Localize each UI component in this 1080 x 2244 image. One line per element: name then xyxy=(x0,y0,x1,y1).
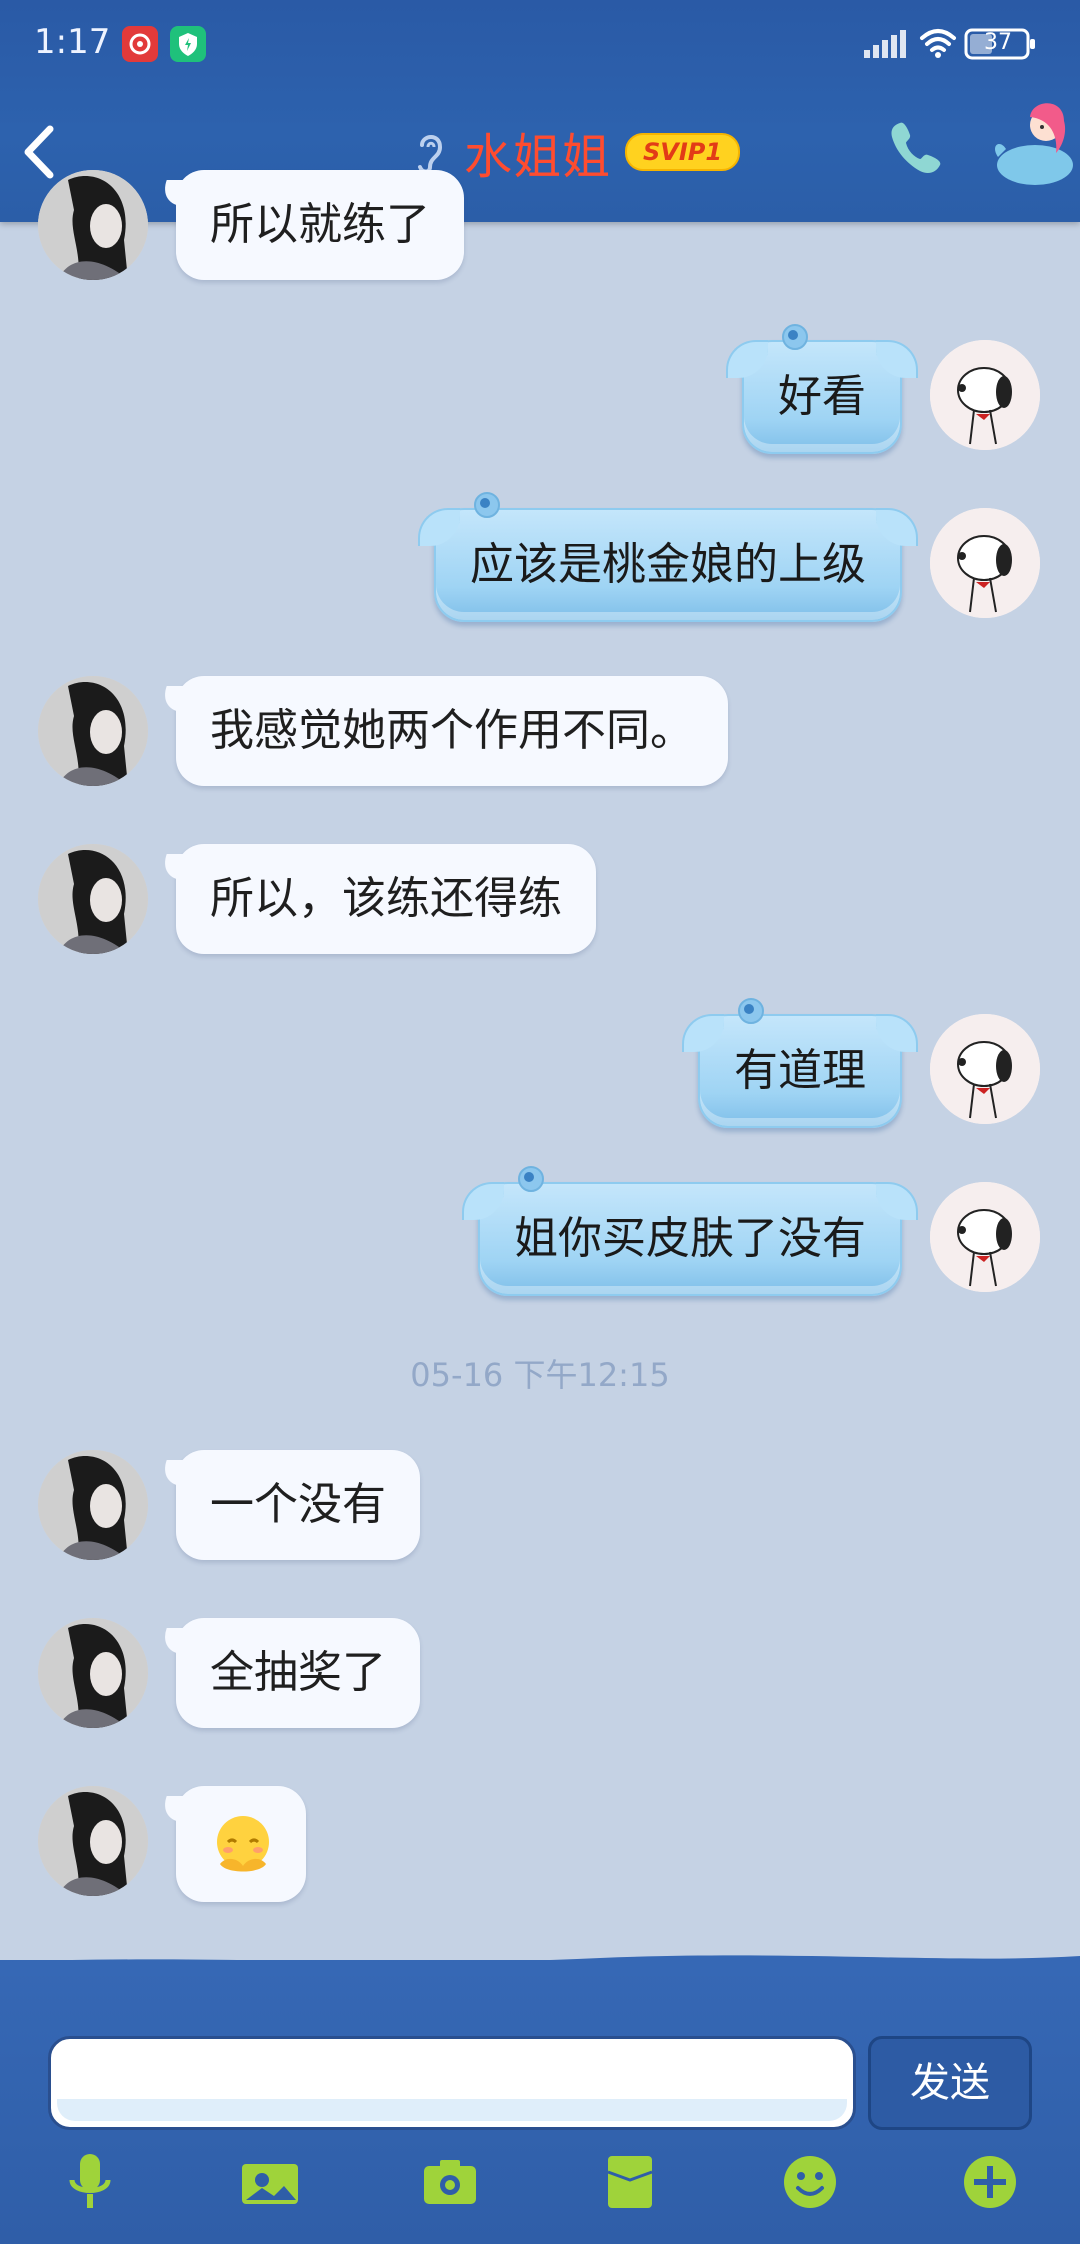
emoji-icon[interactable] xyxy=(778,2150,842,2214)
message-timestamp: 05-16 下午12:15 xyxy=(410,1356,670,1394)
contact-avatar[interactable] xyxy=(38,1450,148,1560)
message-bubble-received[interactable]: 全抽奖了 xyxy=(176,1618,420,1728)
message-bubble-received[interactable]: 一个没有 xyxy=(176,1450,420,1560)
camera-icon[interactable] xyxy=(418,2150,482,2214)
message-text: 所以就练了 xyxy=(210,199,430,250)
bubble-ear-left xyxy=(682,1014,724,1052)
bubble-ear-right xyxy=(876,1182,918,1220)
message-bubble-sent[interactable]: 好看 xyxy=(726,324,918,454)
message-bubble-received[interactable]: 所以就练了 xyxy=(176,170,464,280)
chat-area[interactable]: 所以就练了 好看 应该是桃金娘的上级 我感觉她两个作用不同。 所以，该练还得练 … xyxy=(0,170,1080,1962)
contact-avatar[interactable] xyxy=(38,170,148,280)
signal-icon xyxy=(864,30,906,58)
security-shield-icon xyxy=(170,26,206,62)
message-bubble-received[interactable] xyxy=(176,1786,306,1902)
phone-icon xyxy=(891,122,941,173)
message-bubble-received[interactable]: 所以，该练还得练 xyxy=(176,844,596,954)
my-avatar[interactable] xyxy=(930,508,1040,618)
contact-avatar[interactable] xyxy=(38,844,148,954)
nav-bar: 水姐姐 SVIP1 xyxy=(0,95,1080,215)
wave-decoration xyxy=(0,1955,1080,1976)
bubble-ear-right xyxy=(876,1014,918,1052)
status-time: 1:17 xyxy=(34,22,111,62)
battery-level: 37 xyxy=(984,30,1012,55)
contact-avatar[interactable] xyxy=(38,676,148,786)
contact-avatar[interactable] xyxy=(38,1618,148,1728)
bubble-ear-right xyxy=(876,340,918,378)
bubble-ear-right xyxy=(876,508,918,546)
bubble-eye-decoration xyxy=(782,324,808,350)
chat-title: 水姐姐 xyxy=(464,129,612,185)
image-icon[interactable] xyxy=(238,2150,302,2214)
message-text: 好看 xyxy=(778,371,866,422)
message-input[interactable] xyxy=(48,2036,856,2130)
status-bar: 1:17 37 xyxy=(0,0,1080,90)
back-button[interactable] xyxy=(12,117,72,187)
message-text: 应该是桃金娘的上级 xyxy=(470,539,866,590)
my-avatar[interactable] xyxy=(930,1182,1040,1292)
send-button[interactable]: 发送 xyxy=(868,2036,1032,2130)
netease-music-icon xyxy=(122,26,158,62)
red-packet-icon[interactable] xyxy=(598,2150,662,2214)
my-avatar[interactable] xyxy=(930,340,1040,450)
message-text: 有道理 xyxy=(734,1045,866,1096)
phone-call-button[interactable] xyxy=(884,115,948,179)
input-wave-decoration xyxy=(57,2099,847,2121)
bubble-eye-decoration xyxy=(474,492,500,518)
status-right-group: 37 xyxy=(864,24,1044,64)
message-bubble-sent[interactable]: 应该是桃金娘的上级 xyxy=(418,492,918,622)
message-text: 所以，该练还得练 xyxy=(210,873,562,924)
bubble-ear-left xyxy=(462,1182,504,1220)
message-text: 全抽奖了 xyxy=(210,1647,386,1698)
my-avatar[interactable] xyxy=(930,1014,1040,1124)
bubble-eye-decoration xyxy=(738,998,764,1024)
message-bubble-sent[interactable]: 有道理 xyxy=(682,998,918,1128)
input-panel: 发送 xyxy=(0,1955,1080,2244)
message-bubble-sent[interactable]: 姐你买皮肤了没有 xyxy=(462,1166,918,1296)
message-bubble-received[interactable]: 我感觉她两个作用不同。 xyxy=(176,676,728,786)
mic-icon[interactable] xyxy=(58,2150,122,2214)
app-header: 1:17 37 水姐姐 SVIP1 xyxy=(0,0,1080,222)
wifi-icon xyxy=(920,29,956,52)
mermaid-decoration-icon[interactable] xyxy=(990,95,1080,199)
contact-avatar[interactable] xyxy=(38,1786,148,1896)
plus-icon[interactable] xyxy=(958,2150,1022,2214)
message-text: 姐你买皮肤了没有 xyxy=(514,1213,866,1264)
shy-emoji-icon xyxy=(217,1816,269,1872)
bubble-eye-decoration xyxy=(518,1166,544,1192)
chevron-left-icon xyxy=(24,125,54,179)
message-text: 我感觉她两个作用不同。 xyxy=(210,705,694,756)
chat-title-group[interactable]: 水姐姐 SVIP1 xyxy=(410,117,741,187)
message-text: 一个没有 xyxy=(210,1479,386,1530)
bubble-ear-left xyxy=(726,340,768,378)
bubble-ear-left xyxy=(418,508,460,546)
svip-badge: SVIP1 xyxy=(625,133,741,171)
